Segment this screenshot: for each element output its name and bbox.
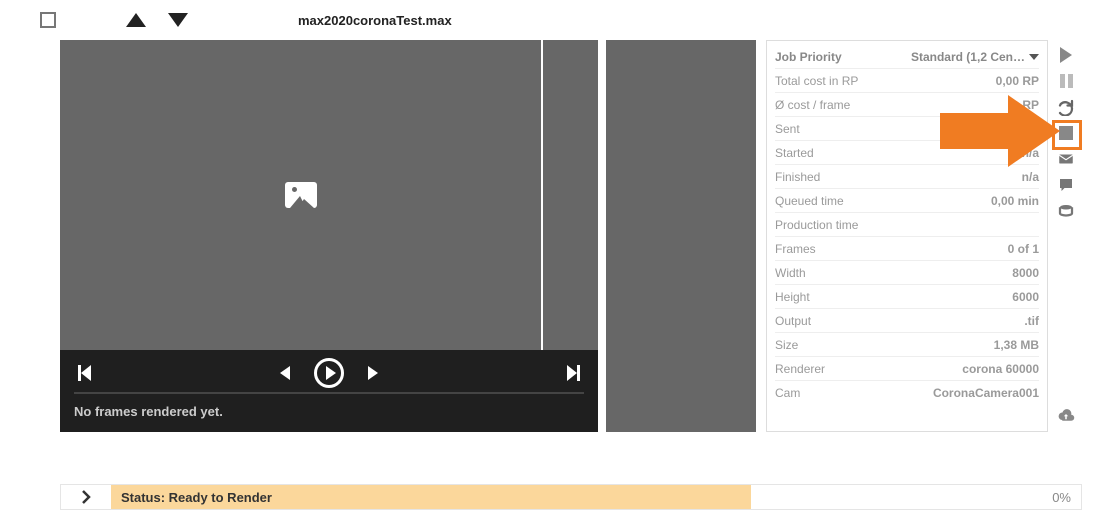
skip-previous-button[interactable]	[78, 365, 91, 381]
status-percent: 0%	[1052, 490, 1081, 505]
row-frames: Frames 0 of 1	[775, 237, 1039, 261]
sent-value: 25:30	[1008, 122, 1039, 136]
status-text: Status: Ready to Render	[111, 485, 751, 509]
row-width: Width 8000	[775, 261, 1039, 285]
sent-label: Sent	[775, 122, 800, 136]
job-info-panel: Job Priority Standard (1,2 Cen… Total co…	[766, 40, 1048, 432]
cost-frame-value: RP	[1022, 98, 1039, 112]
size-label: Size	[775, 338, 798, 352]
image-placeholder-icon	[285, 182, 317, 208]
skip-next-button[interactable]	[567, 365, 580, 381]
priority-value[interactable]: Standard (1,2 Cen…	[911, 50, 1039, 64]
status-expand-button[interactable]	[61, 485, 111, 509]
width-label: Width	[775, 266, 806, 280]
finished-value: n/a	[1022, 170, 1039, 184]
row-renderer: Renderer corona 60000	[775, 357, 1039, 381]
upload-button[interactable]	[1057, 408, 1075, 426]
status-bar: Status: Ready to Render 0%	[60, 484, 1082, 510]
row-queued: Queued time 0,00 min	[775, 189, 1039, 213]
next-frame-button[interactable]	[368, 366, 378, 380]
finished-label: Finished	[775, 170, 820, 184]
player-status-text: No frames rendered yet.	[60, 394, 598, 429]
mail-button[interactable]	[1057, 150, 1075, 168]
chevron-down-icon	[1029, 54, 1039, 60]
cam-value: CoronaCamera001	[933, 386, 1039, 400]
player-bar: No frames rendered yet.	[60, 350, 598, 432]
previous-frame-button[interactable]	[280, 366, 290, 380]
row-cam: Cam CoronaCamera001	[775, 381, 1039, 405]
pause-render-button[interactable]	[1057, 72, 1075, 90]
queued-value: 0,00 min	[991, 194, 1039, 208]
total-cost-label: Total cost in RP	[775, 74, 858, 88]
cost-frame-label: Ø cost / frame	[775, 98, 850, 112]
priority-value-text: Standard (1,2 Cen…	[911, 50, 1025, 64]
height-value: 6000	[1012, 290, 1039, 304]
total-cost-value: 0,00 RP	[996, 74, 1039, 88]
frames-label: Frames	[775, 242, 816, 256]
row-sent: Sent 25:30	[775, 117, 1039, 141]
row-priority[interactable]: Job Priority Standard (1,2 Cen…	[775, 45, 1039, 69]
refresh-button[interactable]	[1057, 98, 1075, 116]
frames-value: 0 of 1	[1008, 242, 1039, 256]
disk-button[interactable]	[1057, 202, 1075, 220]
chat-button[interactable]	[1057, 176, 1075, 194]
preview-secondary	[606, 40, 756, 432]
play-button[interactable]	[314, 358, 344, 388]
row-output: Output .tif	[775, 309, 1039, 333]
select-checkbox[interactable]	[40, 12, 56, 28]
prod-label: Production time	[775, 218, 858, 232]
row-size: Size 1,38 MB	[775, 333, 1039, 357]
queued-label: Queued time	[775, 194, 844, 208]
width-value: 8000	[1012, 266, 1039, 280]
started-value: n/a	[1022, 146, 1039, 160]
started-label: Started	[775, 146, 814, 160]
height-label: Height	[775, 290, 810, 304]
start-render-button[interactable]	[1057, 46, 1075, 64]
renderer-label: Renderer	[775, 362, 825, 376]
action-column	[1054, 40, 1078, 432]
size-value: 1,38 MB	[994, 338, 1039, 352]
row-cost-frame: Ø cost / frame RP	[775, 93, 1039, 117]
output-label: Output	[775, 314, 811, 328]
priority-label: Job Priority	[775, 50, 842, 64]
file-name: max2020coronaTest.max	[298, 13, 452, 28]
sort-down-icon[interactable]	[168, 13, 188, 27]
row-height: Height 6000	[775, 285, 1039, 309]
preview-main	[60, 40, 541, 350]
row-total-cost: Total cost in RP 0,00 RP	[775, 69, 1039, 93]
output-value: .tif	[1024, 314, 1039, 328]
renderer-value: corona 60000	[962, 362, 1039, 376]
sort-up-icon[interactable]	[126, 13, 146, 27]
row-production: Production time	[775, 213, 1039, 237]
preview-side-strip	[543, 40, 598, 350]
stop-render-button[interactable]	[1057, 124, 1075, 142]
cam-label: Cam	[775, 386, 800, 400]
row-finished: Finished n/a	[775, 165, 1039, 189]
row-started: Started n/a	[775, 141, 1039, 165]
